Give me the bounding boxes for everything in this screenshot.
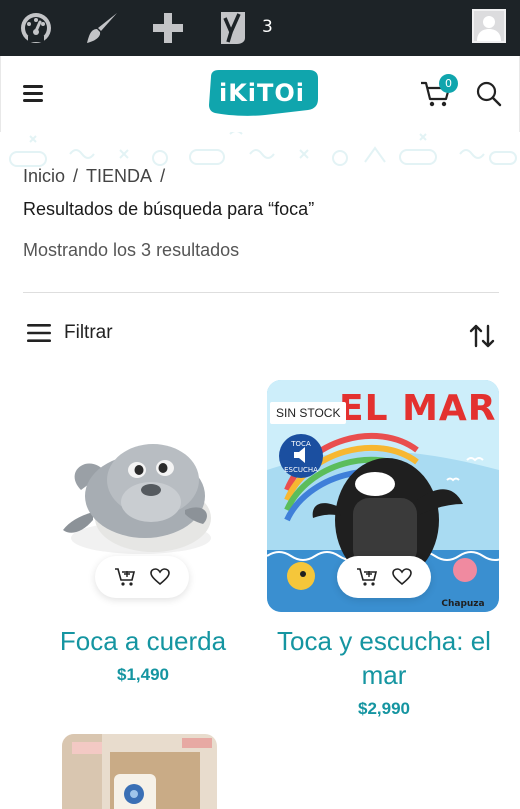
book-cover-title: EL MAR [339, 388, 497, 429]
product-name-line: mar [361, 660, 407, 690]
search-results-title: Resultados de búsqueda para “foca” [23, 199, 315, 219]
svg-text:TOCA: TOCA [290, 440, 311, 448]
dashboard-icon[interactable] [16, 8, 56, 48]
product-name[interactable]: Toca y escucha: el mar [262, 624, 506, 692]
menu-icon[interactable] [21, 82, 47, 104]
svg-text:Chapuza: Chapuza [441, 599, 484, 609]
product-price: $1,490 [117, 665, 169, 684]
product-image[interactable] [62, 734, 217, 809]
breadcrumb-home-link[interactable]: Inicio [23, 166, 65, 187]
product-price: $2,990 [358, 699, 410, 718]
sort-icon[interactable] [468, 322, 496, 350]
product-image[interactable] [53, 410, 223, 570]
yoast-icon[interactable] [212, 8, 252, 48]
logo-text: iKiTOi [218, 79, 306, 107]
product-actions [337, 556, 431, 598]
product-card[interactable]: Foca a cuerda $1,490 [23, 380, 263, 710]
brush-icon[interactable] [82, 8, 122, 48]
cart-count-badge: 0 [439, 74, 458, 93]
plus-icon[interactable] [148, 8, 188, 48]
add-to-cart-icon[interactable] [114, 567, 136, 587]
product-actions [95, 556, 189, 598]
product-card[interactable]: Chapuza TOCA ESCUCHA EL MAR SIN STOCK To… [262, 380, 502, 720]
breadcrumb: Inicio / TIENDA / [23, 166, 173, 187]
filter-label: Filtrar [64, 322, 113, 343]
avatar-icon[interactable] [472, 9, 506, 43]
site-logo[interactable]: iKiTOi [205, 69, 319, 117]
admin-bar: 3 [0, 0, 520, 56]
filter-button[interactable]: Filtrar [26, 322, 113, 344]
divider [23, 292, 499, 293]
result-count: Mostrando los 3 resultados [23, 240, 240, 260]
site-header: iKiTOi 0 [0, 56, 520, 132]
product-name-line: Toca y escucha: el [277, 626, 491, 656]
search-icon[interactable] [475, 80, 503, 108]
wishlist-heart-icon[interactable] [392, 568, 412, 586]
yoast-notification-count: 3 [262, 17, 273, 37]
add-to-cart-icon[interactable] [356, 567, 378, 587]
wishlist-heart-icon[interactable] [150, 568, 170, 586]
product-name[interactable]: Foca a cuerda [23, 624, 263, 658]
product-card[interactable] [23, 734, 263, 809]
breadcrumb-separator: / [73, 166, 79, 186]
svg-text:ESCUCHA: ESCUCHA [284, 466, 318, 474]
breadcrumb-shop-link[interactable]: TIENDA [86, 166, 152, 187]
out-of-stock-badge: SIN STOCK [270, 402, 347, 424]
filter-menu-icon [27, 324, 51, 342]
breadcrumb-separator: / [160, 166, 166, 186]
